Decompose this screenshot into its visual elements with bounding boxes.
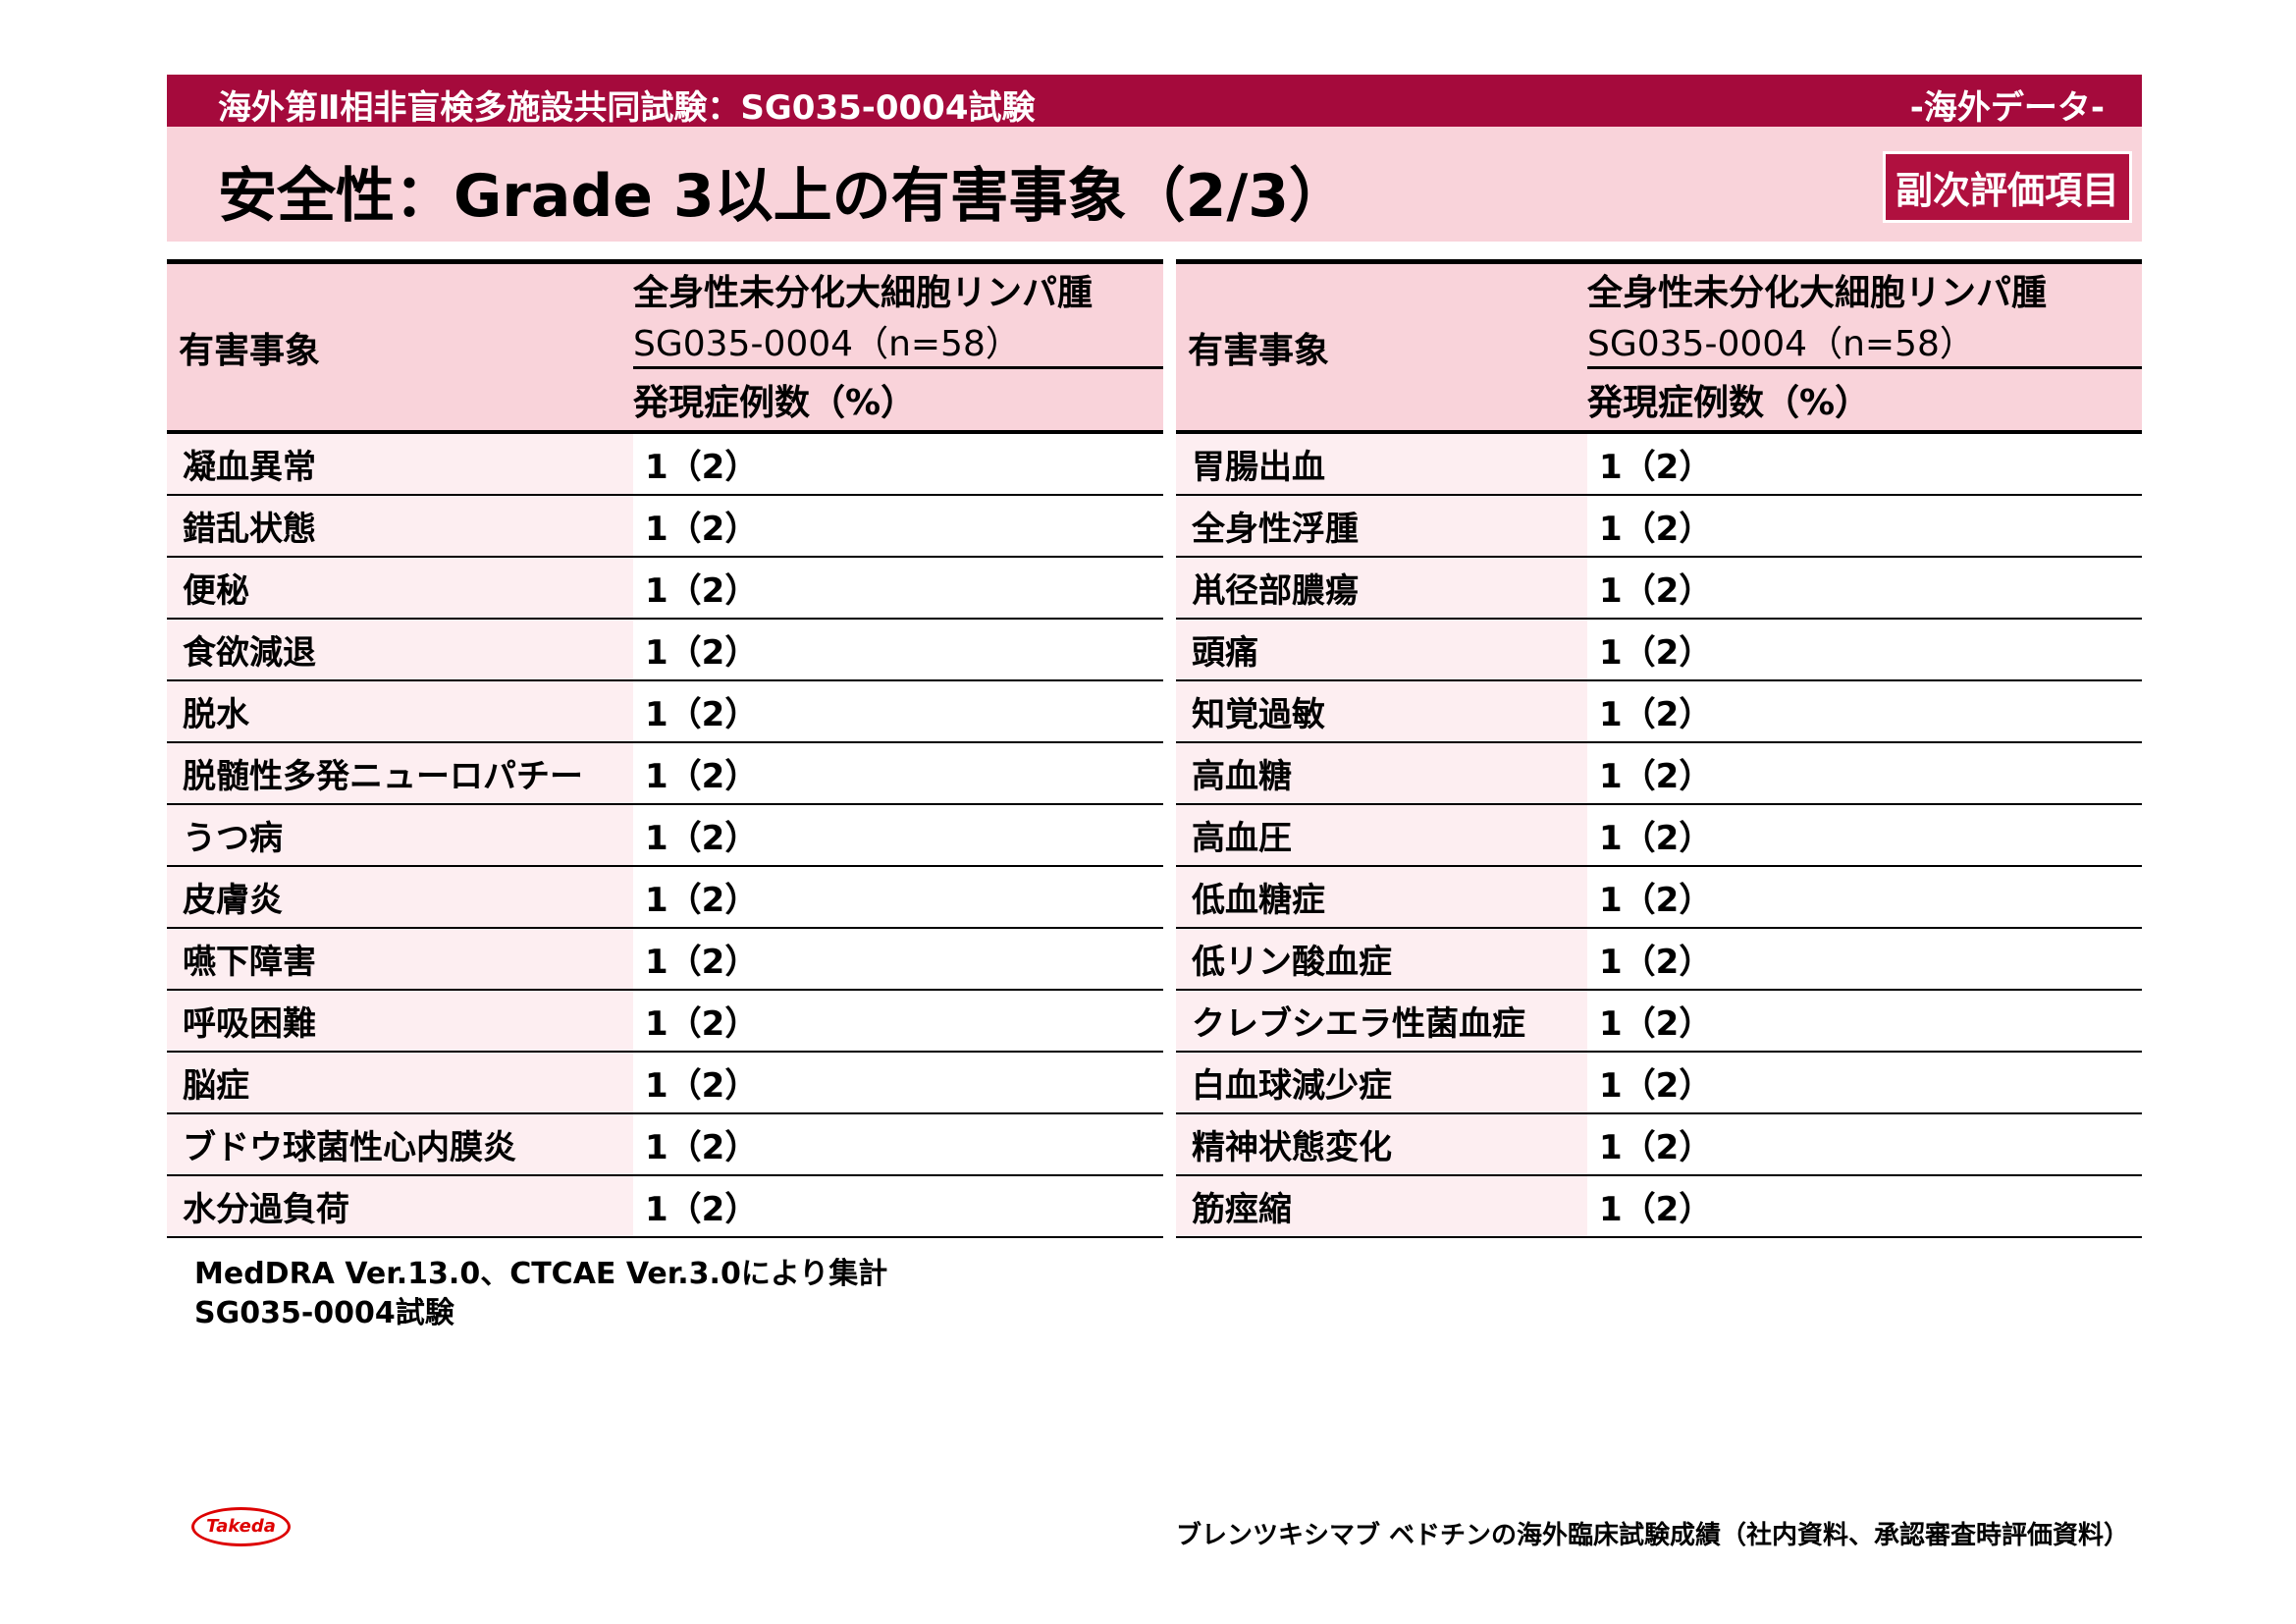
table-row: 低リン酸血症 1（2） xyxy=(1176,928,2142,991)
table-row: 脳症 1（2） xyxy=(167,1052,1163,1114)
event-count: 1（2） xyxy=(1587,495,2142,558)
secondary-endpoint-badge: 副次評価項目 xyxy=(1882,151,2132,223)
table-row: 脱水 1（2） xyxy=(167,680,1163,743)
event-count: 1（2） xyxy=(633,742,1163,805)
event-count: 1（2） xyxy=(1587,1175,2142,1238)
table-row: 高血圧 1（2） xyxy=(1176,804,2142,867)
event-column-header: 有害事象 xyxy=(167,261,633,434)
table-row: 凝血異常 1（2） xyxy=(167,432,1163,496)
takeda-logo: Takeda xyxy=(191,1507,291,1546)
study-header: SG035-0004（n=58） xyxy=(633,324,1021,364)
event-name: うつ病 xyxy=(167,804,633,867)
event-count: 1（2） xyxy=(1587,1052,2142,1114)
event-name: 頭痛 xyxy=(1176,619,1587,681)
event-column-header: 有害事象 xyxy=(1176,261,1587,434)
event-name: 全身性浮腫 xyxy=(1176,495,1587,558)
event-count: 1（2） xyxy=(633,990,1163,1053)
metric-header: 発現症例数（%） xyxy=(633,367,1163,434)
event-count: 1（2） xyxy=(1587,557,2142,620)
table-row: 胃腸出血 1（2） xyxy=(1176,432,2142,496)
event-count: 1（2） xyxy=(1587,866,2142,929)
event-name: クレブシエラ性菌血症 xyxy=(1176,990,1587,1053)
overseas-data-tag: -海外データ- xyxy=(1909,88,2105,128)
source-credit: ブレンツキシマブ ベドチンの海外臨床試験成績（社内資料、承認審査時評価資料） xyxy=(1175,1521,2129,1550)
event-count: 1（2） xyxy=(1587,928,2142,991)
event-name: 筋痙縮 xyxy=(1176,1175,1587,1238)
event-count: 1（2） xyxy=(633,866,1163,929)
event-count: 1（2） xyxy=(1587,432,2142,496)
event-name: 高血糖 xyxy=(1176,742,1587,805)
event-count: 1（2） xyxy=(633,1175,1163,1238)
table-row: 皮膚炎 1（2） xyxy=(167,866,1163,929)
adverse-events-table-left: 有害事象 全身性未分化大細胞リンパ腫 SG035-0004（n=58） 発現症例数… xyxy=(167,259,1163,1238)
event-count: 1（2） xyxy=(633,1113,1163,1176)
event-name: 胃腸出血 xyxy=(1176,432,1587,496)
event-count: 1（2） xyxy=(1587,619,2142,681)
event-name: 水分過負荷 xyxy=(167,1175,633,1238)
event-count: 1（2） xyxy=(633,680,1163,743)
event-name: 精神状態変化 xyxy=(1176,1113,1587,1176)
event-count: 1（2） xyxy=(1587,990,2142,1053)
table-row: うつ病 1（2） xyxy=(167,804,1163,867)
table-row: 精神状態変化 1（2） xyxy=(1176,1113,2142,1176)
event-name: 凝血異常 xyxy=(167,432,633,496)
event-count: 1（2） xyxy=(633,804,1163,867)
adverse-events-table-right: 有害事象 全身性未分化大細胞リンパ腫 SG035-0004（n=58） 発現症例数… xyxy=(1176,259,2142,1238)
event-count: 1（2） xyxy=(633,1052,1163,1114)
event-count: 1（2） xyxy=(1587,680,2142,743)
study-banner: 海外第Ⅱ相非盲検多施設共同試験：SG035-0004試験 -海外データ- xyxy=(167,75,2142,128)
table-row: 嚥下障害 1（2） xyxy=(167,928,1163,991)
table-row: 頭痛 1（2） xyxy=(1176,619,2142,681)
study-header: SG035-0004（n=58） xyxy=(1587,324,1975,364)
event-name: 脱水 xyxy=(167,680,633,743)
table-row: 錯乱状態 1（2） xyxy=(167,495,1163,558)
table-row: 高血糖 1（2） xyxy=(1176,742,2142,805)
event-count: 1（2） xyxy=(1587,742,2142,805)
event-name: 低リン酸血症 xyxy=(1176,928,1587,991)
table-row: 便秘 1（2） xyxy=(167,557,1163,620)
table-row: 白血球減少症 1（2） xyxy=(1176,1052,2142,1114)
event-name: 知覚過敏 xyxy=(1176,680,1587,743)
footnote-study: SG035-0004試験 xyxy=(194,1296,454,1330)
table-row: 呼吸困難 1（2） xyxy=(167,990,1163,1053)
metric-header: 発現症例数（%） xyxy=(1587,367,2142,434)
table-row: 食欲減退 1（2） xyxy=(167,619,1163,681)
title-band: 安全性：Grade 3以上の有害事象（2/3） 副次評価項目 xyxy=(167,127,2142,242)
table-row: 低血糖症 1（2） xyxy=(1176,866,2142,929)
study-name: 海外第Ⅱ相非盲検多施設共同試験：SG035-0004試験 xyxy=(218,88,1036,128)
footnote-meddra: MedDRA Ver.13.0、CTCAE Ver.3.0により集計 xyxy=(194,1257,888,1291)
event-count: 1（2） xyxy=(633,495,1163,558)
event-name: 便秘 xyxy=(167,557,633,620)
event-count: 1（2） xyxy=(1587,804,2142,867)
event-name: 食欲減退 xyxy=(167,619,633,681)
table-row: 筋痙縮 1（2） xyxy=(1176,1175,2142,1238)
table-row: 全身性浮腫 1（2） xyxy=(1176,495,2142,558)
table-row: 鼡径部膿瘍 1（2） xyxy=(1176,557,2142,620)
event-name: 白血球減少症 xyxy=(1176,1052,1587,1114)
event-count: 1（2） xyxy=(633,928,1163,991)
event-name: 呼吸困難 xyxy=(167,990,633,1053)
event-name: 錯乱状態 xyxy=(167,495,633,558)
event-count: 1（2） xyxy=(633,557,1163,620)
event-name: 低血糖症 xyxy=(1176,866,1587,929)
event-name: 嚥下障害 xyxy=(167,928,633,991)
event-count: 1（2） xyxy=(633,432,1163,496)
table-row: クレブシエラ性菌血症 1（2） xyxy=(1176,990,2142,1053)
event-name: 鼡径部膿瘍 xyxy=(1176,557,1587,620)
table-row: 脱髄性多発ニューロパチー 1（2） xyxy=(167,742,1163,805)
table-row: ブドウ球菌性心内膜炎 1（2） xyxy=(167,1113,1163,1176)
event-count: 1（2） xyxy=(1587,1113,2142,1176)
event-count: 1（2） xyxy=(633,619,1163,681)
event-name: 脳症 xyxy=(167,1052,633,1114)
event-name: 皮膚炎 xyxy=(167,866,633,929)
group-header: 全身性未分化大細胞リンパ腫 xyxy=(1587,273,2048,313)
event-name: ブドウ球菌性心内膜炎 xyxy=(167,1113,633,1176)
event-name: 脱髄性多発ニューロパチー xyxy=(167,742,633,805)
table-row: 水分過負荷 1（2） xyxy=(167,1175,1163,1238)
table-row: 知覚過敏 1（2） xyxy=(1176,680,2142,743)
group-header: 全身性未分化大細胞リンパ腫 xyxy=(633,273,1094,313)
page-title: 安全性：Grade 3以上の有害事象（2/3） xyxy=(218,162,1349,231)
event-name: 高血圧 xyxy=(1176,804,1587,867)
